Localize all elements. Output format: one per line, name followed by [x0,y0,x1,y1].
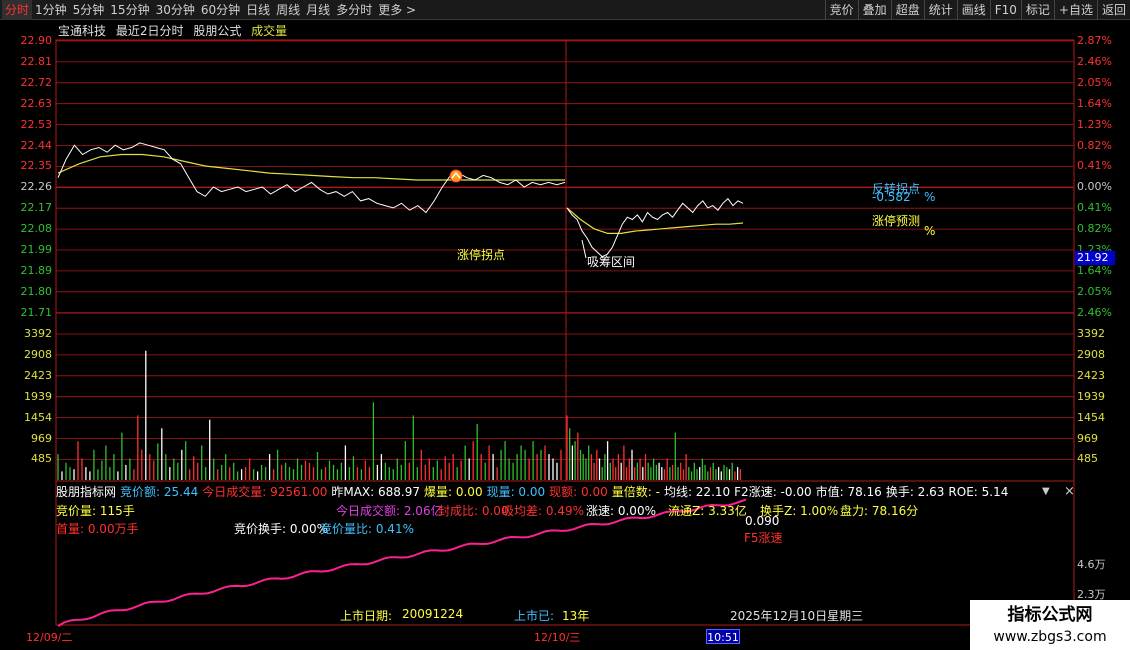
indicator-item: 今日成交量: 92561.00 [202,485,328,499]
indicator-item: 流通Z: 3.33亿 [668,504,747,518]
price-axis-label: 22.44 [20,138,53,152]
pct-axis-label: 2.87% [1077,34,1112,47]
speed-value: 0.090 [745,514,780,528]
indicator-item: 吸均差: 0.49% [502,504,584,518]
pct-axis-label: 0.82% [1077,222,1112,236]
listed-years: 13年 [562,609,590,623]
price-axis-label: 22.90 [20,34,53,47]
indicator-item: ROE: 5.14 [948,485,1009,499]
accumulate-pointer [581,239,587,259]
indicator-item: 现量: 0.00 [486,485,546,499]
volume-axis-label: 485 [31,452,52,466]
pct-axis-label: 2.46% [1077,54,1112,68]
volume-axis-label-right: 2908 [1077,347,1105,361]
indicator-item: 涨速: 0.00% [586,504,656,518]
price-axis-label: 22.81 [20,54,53,68]
price-axis-label: 21.99 [20,243,53,256]
price-axis-label: 22.35 [20,159,53,173]
pct-axis-label: 0.41% [1077,201,1112,215]
price-axis-label: 21.71 [20,305,53,319]
pct-axis-label: 2.05% [1077,284,1112,298]
pct-axis-label: 1.64% [1077,96,1112,110]
collapse-arrow-icon[interactable]: ▼ [1042,486,1050,497]
chart-frame [55,39,1075,626]
time-label-day1: 12/09/二 [26,631,73,644]
price-axis-label: 22.17 [20,201,53,215]
pct-axis-label: 1.64% [1077,263,1112,277]
indicator-item: 今日成交额: 2.06亿 [336,504,443,518]
day1-price-line [57,142,566,214]
indicator-item: 竞价额: 25.44 [120,485,199,499]
indicator-item: 爆量: 0.00 [424,485,483,499]
indicator-item: 昨MAX: 688.97 [331,485,420,499]
pct-axis-label: 0.41% [1077,159,1112,173]
indicator-item: 均线: 22.10 [663,485,731,499]
limit-turn-label: 涨停拐点 [457,248,506,262]
indicator-item: 盘力: 78.16分 [840,504,919,518]
f5-speed-label: F5涨速 [744,531,783,545]
indicator-item: 现额: 0.00 [549,485,608,499]
price-axis-label: 21.80 [20,284,53,298]
reversal-value: -0.582 [872,190,911,204]
price-axis-label: 22.63 [20,96,53,110]
day1-average-line [57,153,565,181]
volume-axis-label: 2908 [24,347,52,361]
pct-axis-label: 1.23% [1077,117,1112,131]
price-axis-label: 22.53 [20,117,53,131]
reversal-pct: % [924,190,936,204]
chart-canvas[interactable] [0,0,1130,650]
indicator-close-icon[interactable]: × [1064,484,1075,499]
limit-turn-marker [449,169,463,183]
watermark: 指标公式网 www.zbgs3.com [970,600,1130,650]
watermark-title: 指标公式网 [1007,605,1093,625]
pct-axis-label: 0.82% [1077,138,1112,152]
pct-axis-label: 0.00% [1077,180,1112,194]
listed-years-label: 上市已: [514,609,555,623]
volume-axis-label: 1454 [24,410,52,424]
indicator-item: 市值: 78.16 [815,485,882,499]
day2-average-line [566,207,744,234]
limit-forecast-pct: % [924,224,936,238]
price-axis-label: 22.08 [20,222,53,236]
indicator-item: F2涨速: -0.00 [734,485,812,499]
volume-axis-label-right: 2423 [1077,368,1105,382]
indicator-item: 换手: 2.63 [885,485,945,499]
current-date: 2025年12月10日星期三 [730,609,864,623]
time-label-day2: 12/10/三 [534,631,581,644]
price-axis-label: 22.72 [20,75,53,89]
price-axis-label: 22.26 [20,180,53,194]
indicator-item: 竞价量比: 0.41% [320,522,414,536]
volume-axis-label-right: 3392 [1077,327,1105,340]
volume-axis-label: 1939 [24,389,52,403]
indicator-axis-label: 4.6万 [1077,558,1106,571]
listing-date: 20091224 [402,607,464,621]
volume-axis-label-right: 1454 [1077,410,1105,424]
volume-axis-label-right: 485 [1077,452,1098,466]
accumulate-zone-label: 吸筹区间 [587,255,636,269]
limit-forecast-label: 涨停预测 [872,214,921,228]
volume-axis-label-right: 1939 [1077,389,1105,403]
indicator-item: 竞价换手: 0.00% [234,522,328,536]
indicator-item: 量倍数: - [611,485,660,499]
cursor-time-tag: 10:51 [706,629,740,644]
volume-axis-label: 969 [31,431,52,445]
indicator-bar: 股朋指标网 竞价额: 25.44 今日成交量: 92561.00 昨MAX: 688.… [56,483,1074,499]
listing-date-label: 上市日期: [340,609,393,623]
indicator-item: 首量: 0.00万手 [56,522,139,536]
pct-axis-label: 2.46% [1077,305,1112,319]
pct-axis-label: 2.05% [1077,75,1112,89]
current-price-tag: 21.92 [1075,251,1115,265]
indicator-name[interactable]: 股朋指标网 [56,485,116,499]
volume-axis-label: 3392 [24,327,52,340]
indicator-item: 竞价量: 115手 [56,504,135,518]
price-axis-label: 21.89 [20,263,53,277]
volume-axis-label: 2423 [24,368,52,382]
indicator-item: 封成比: 0.00 [438,504,509,518]
watermark-url: www.zbgs3.com [993,629,1107,645]
volume-axis-label-right: 969 [1077,431,1098,445]
